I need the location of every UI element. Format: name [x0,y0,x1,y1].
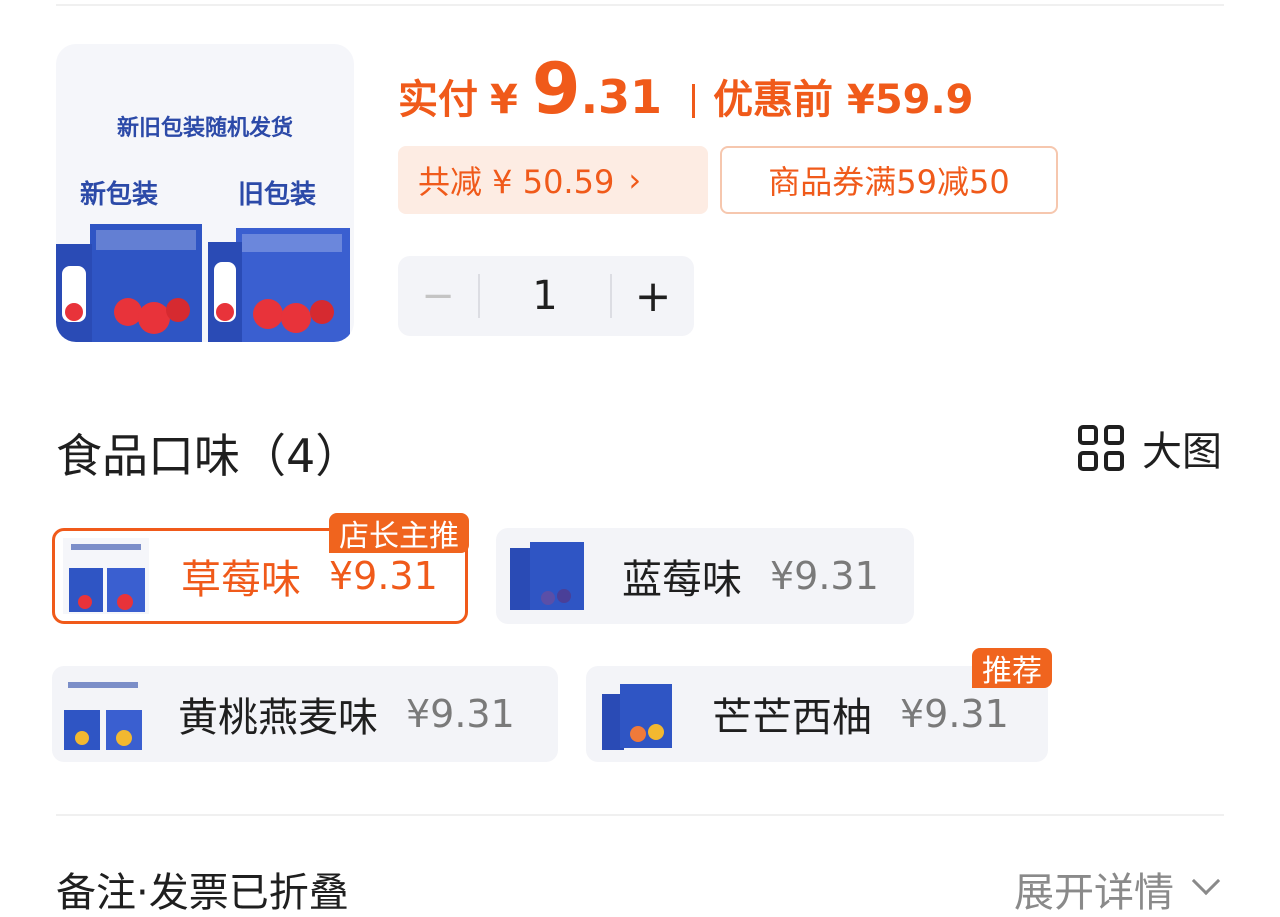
new-package-label: 新包装 [80,180,159,210]
strawberry-thumbnail [63,538,149,614]
flavor-name: 黄桃燕麦味 [178,695,378,741]
product-image[interactable]: 新旧包装随机发货 新包装 旧包装 [56,44,354,342]
blueberry-thumbnail [504,538,590,614]
increase-button[interactable]: + [612,256,694,336]
flavor-name: 芒芒西柚 [712,695,872,741]
price-decimal: .31 [580,70,663,124]
flavor-option-blueberry[interactable]: 蓝莓味 ¥9.31 [496,528,914,624]
expand-details-button[interactable]: 展开详情 [1014,860,1221,917]
peach-oat-thumbnail [60,676,146,752]
flavor-section-title: 食品口味（4） [56,429,362,483]
flavor-name: 草莓味 [181,557,301,603]
quantity-input[interactable]: 1 [480,256,610,336]
total-discount-text: 共减 ¥ 50.59 [418,163,615,201]
coupon-tag[interactable]: 商品券满59减50 [720,146,1058,214]
remark-invoice-label: 备注·发票已折叠 [56,870,349,916]
old-package-label: 旧包装 [238,180,317,210]
product-image-banner: 新旧包装随机发货 [116,116,293,141]
flavor-badge: 店长主推 [329,513,469,554]
quantity-stepper: − 1 + [398,256,694,336]
grid-icon [1078,425,1124,471]
section-divider [56,814,1224,816]
flavor-price: ¥9.31 [900,692,1009,736]
flavor-price: ¥9.31 [770,554,879,598]
flavor-badge: 推荐 [972,648,1052,689]
flavor-option-peach-oat[interactable]: 黄桃燕麦味 ¥9.31 [52,666,558,762]
chevron-right-icon: › [628,161,642,199]
price-separator [692,84,696,118]
expand-details-label: 展开详情 [1014,870,1174,916]
flavor-name: 蓝莓味 [622,557,742,603]
flavor-option-strawberry[interactable]: 草莓味 ¥9.31 店长主推 [52,513,469,624]
paid-label: 实付 [398,77,478,123]
yogurt-package-illustration [56,224,350,342]
large-view-toggle[interactable]: 大图 [1078,420,1222,476]
top-divider [56,4,1224,6]
large-view-label: 大图 [1142,429,1222,475]
price-integer: 9 [531,48,581,130]
flavor-price: ¥9.31 [329,554,438,598]
decrease-button[interactable]: − [398,256,478,336]
total-discount-tag[interactable]: 共减 ¥ 50.59 › [398,146,708,214]
price-before-discount: 优惠前 ¥59.9 [713,77,974,123]
chevron-down-icon [1191,866,1221,896]
price-row: 实付 ¥ 9 .31 优惠前 ¥59.9 [398,48,974,138]
mango-grapefruit-thumbnail [594,676,680,752]
flavor-price: ¥9.31 [406,692,515,736]
flavor-option-mango-grapefruit[interactable]: 芒芒西柚 ¥9.31 推荐 [586,648,1052,762]
price-currency: ¥ [490,77,518,123]
